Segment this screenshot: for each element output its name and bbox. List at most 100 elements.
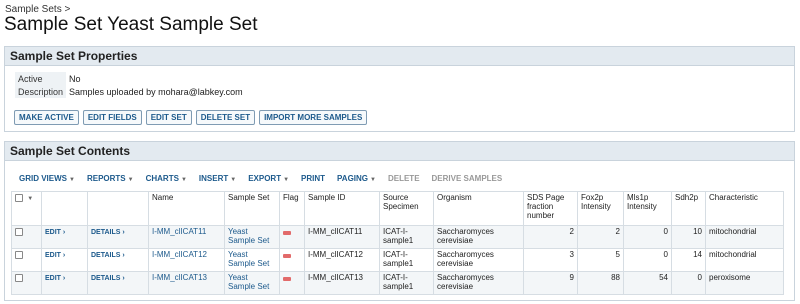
make-active-button[interactable]: MAKE ACTIVE — [14, 110, 79, 125]
flag-icon[interactable] — [283, 231, 291, 235]
export-menu[interactable]: EXPORT ▼ — [242, 174, 295, 183]
cell-sdh2p: 14 — [671, 248, 706, 272]
edit-label[interactable]: EDIT — [45, 252, 61, 259]
column-header-name[interactable]: Name — [148, 191, 225, 226]
details-link[interactable]: DETAILS › — [87, 225, 149, 249]
cell-name[interactable]: I-MM_clICAT11 — [148, 225, 225, 249]
cell-sample-id: I-MM_clICAT13 — [304, 271, 380, 295]
column-header-fox2p[interactable]: Fox2p Intensity — [577, 191, 624, 226]
cell-sdh2p: 10 — [671, 225, 706, 249]
charts-menu[interactable]: CHARTS ▼ — [140, 174, 193, 183]
details-label[interactable]: DETAILS — [91, 275, 120, 282]
properties-heading: Sample Set Properties — [5, 47, 794, 66]
column-header-sample-id[interactable]: Sample ID — [304, 191, 380, 226]
cell-organism: Saccharomyces cerevisiae — [433, 225, 524, 249]
paging-menu[interactable]: PAGING ▼ — [331, 174, 382, 183]
column-header-sdh2p[interactable]: Sdh2p — [671, 191, 706, 226]
cell-source-specimen: ICAT-I-sample1 — [379, 225, 434, 249]
row-checkbox[interactable] — [15, 227, 23, 236]
cell-fox2p: 2 — [577, 225, 624, 249]
details-link[interactable]: DETAILS › — [87, 271, 149, 295]
cell-sample-id: I-MM_clICAT12 — [304, 248, 380, 272]
row-select[interactable] — [11, 248, 42, 272]
cell-characteristic: peroxisome — [705, 271, 784, 295]
edit-column-header — [41, 191, 88, 226]
reports-menu[interactable]: REPORTS ▼ — [81, 174, 140, 183]
edit-set-button[interactable]: EDIT SET — [145, 110, 192, 125]
cell-sdh2p: 0 — [671, 271, 706, 295]
cell-name[interactable]: I-MM_clICAT12 — [148, 248, 225, 272]
properties-button-row: MAKE ACTIVE EDIT FIELDS EDIT SET DELETE … — [14, 110, 368, 125]
cell-sample-set[interactable]: Yeast Sample Set — [224, 271, 280, 295]
chevron-down-icon[interactable]: ▼ — [27, 196, 33, 202]
select-all-checkbox[interactable] — [15, 193, 23, 202]
chevron-down-icon: ▼ — [69, 176, 75, 183]
details-label[interactable]: DETAILS — [91, 252, 120, 259]
delete-button[interactable]: DELETE — [382, 174, 426, 183]
reports-label: REPORTS — [86, 173, 126, 183]
cell-sample-set[interactable]: Yeast Sample Set — [224, 248, 280, 272]
edit-label[interactable]: EDIT — [45, 275, 61, 282]
chevron-right-icon: › — [60, 252, 66, 259]
edit-label[interactable]: EDIT — [45, 229, 61, 236]
charts-label: CHARTS — [145, 173, 179, 183]
import-more-samples-button[interactable]: IMPORT MORE SAMPLES — [259, 110, 368, 125]
cell-fox2p: 88 — [577, 271, 624, 295]
column-header-mls1p[interactable]: Mls1p Intensity — [623, 191, 672, 226]
flag-icon[interactable] — [283, 254, 291, 258]
cell-sample-set[interactable]: Yeast Sample Set — [224, 225, 280, 249]
active-value: No — [69, 73, 81, 84]
table-row: EDIT › DETAILS › I-MM_clICAT12 Yeast Sam… — [11, 248, 784, 272]
cell-mls1p: 54 — [623, 271, 672, 295]
cell-sds: 9 — [523, 271, 578, 295]
samples-grid: ▼ Name Sample Set Flag Sample ID Source … — [11, 191, 784, 295]
paging-label: PAGING — [337, 173, 369, 183]
cell-name[interactable]: I-MM_clICAT13 — [148, 271, 225, 295]
row-select[interactable] — [11, 225, 42, 249]
grid-toolbar: GRID VIEWS ▼ REPORTS ▼ CHARTS ▼ INSERT ▼ EXP… — [5, 169, 794, 187]
row-checkbox[interactable] — [15, 273, 23, 282]
cell-characteristic: mitochondrial — [705, 248, 784, 272]
row-select[interactable] — [11, 271, 42, 295]
edit-link[interactable]: EDIT › — [41, 248, 88, 272]
page-title: Sample Set Yeast Sample Set — [4, 14, 258, 35]
select-all-header[interactable]: ▼ — [11, 191, 42, 226]
insert-menu[interactable]: INSERT ▼ — [193, 174, 242, 183]
column-header-sample-set[interactable]: Sample Set — [224, 191, 280, 226]
cell-sds: 3 — [523, 248, 578, 272]
chevron-down-icon: ▼ — [370, 176, 376, 183]
details-link[interactable]: DETAILS › — [87, 248, 149, 272]
grid-views-menu[interactable]: GRID VIEWS ▼ — [5, 174, 81, 183]
cell-flag[interactable] — [279, 248, 305, 272]
column-header-sds-page-fraction[interactable]: SDS Page fraction number — [523, 191, 578, 226]
flag-icon[interactable] — [283, 277, 291, 281]
print-button[interactable]: PRINT — [295, 174, 331, 183]
description-value: Samples uploaded by mohara@labkey.com — [69, 86, 243, 97]
cell-mls1p: 0 — [623, 248, 672, 272]
table-row: EDIT › DETAILS › I-MM_clICAT11 Yeast Sam… — [11, 225, 784, 249]
delete-set-button[interactable]: DELETE SET — [195, 110, 256, 125]
chevron-right-icon: › — [120, 252, 125, 259]
column-header-flag[interactable]: Flag — [279, 191, 305, 226]
row-checkbox[interactable] — [15, 250, 23, 259]
cell-flag[interactable] — [279, 271, 305, 295]
details-label[interactable]: DETAILS — [91, 229, 120, 236]
edit-fields-button[interactable]: EDIT FIELDS — [82, 110, 142, 125]
insert-label: INSERT — [198, 173, 229, 183]
chevron-right-icon: › — [120, 275, 125, 282]
cell-flag[interactable] — [279, 225, 305, 249]
edit-link[interactable]: EDIT › — [41, 225, 88, 249]
edit-link[interactable]: EDIT › — [41, 271, 88, 295]
chevron-down-icon: ▼ — [180, 176, 187, 183]
cell-fox2p: 5 — [577, 248, 624, 272]
derive-samples-button[interactable]: DERIVE SAMPLES — [426, 174, 509, 183]
column-header-organism[interactable]: Organism — [433, 191, 524, 226]
contents-heading: Sample Set Contents — [5, 142, 794, 161]
chevron-down-icon: ▼ — [127, 176, 134, 183]
cell-source-specimen: ICAT-I-sample1 — [379, 271, 434, 295]
column-header-characteristic[interactable]: Characteristic — [705, 191, 784, 226]
column-header-source-specimen[interactable]: Source Specimen — [379, 191, 434, 226]
cell-characteristic: mitochondrial — [705, 225, 784, 249]
properties-panel: Sample Set Properties Active No Descript… — [4, 46, 795, 132]
cell-mls1p: 0 — [623, 225, 672, 249]
